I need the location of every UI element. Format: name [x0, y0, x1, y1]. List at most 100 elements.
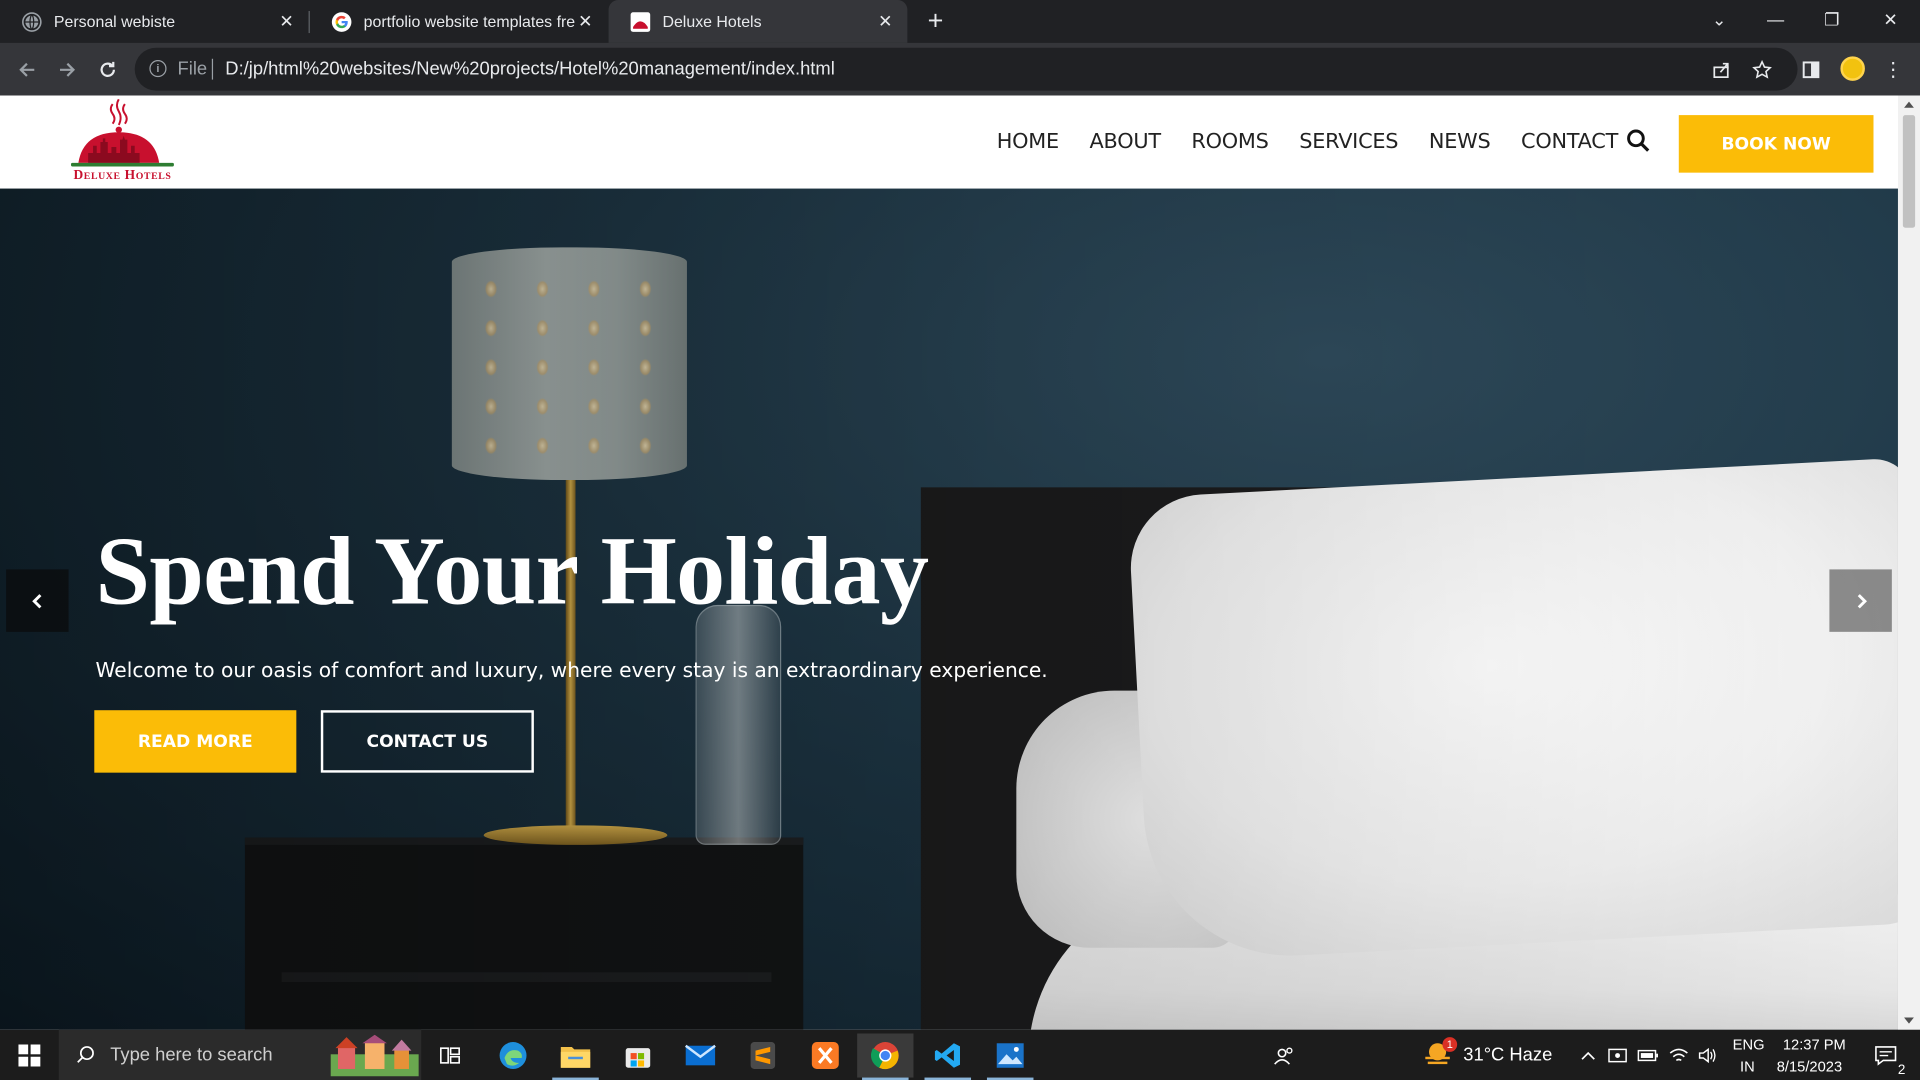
weather-text[interactable]: 31°C Haze — [1463, 1044, 1552, 1065]
notification-count: 2 — [1897, 1062, 1906, 1078]
bookmark-star-icon[interactable] — [1747, 55, 1776, 84]
nav-item-services[interactable]: SERVICES — [1299, 130, 1398, 154]
clock-date[interactable]: 8/15/2023 — [1777, 1058, 1842, 1075]
wifi-icon[interactable] — [1665, 1033, 1692, 1077]
minimize-button[interactable]: — — [1747, 0, 1803, 39]
taskbar-app-chrome[interactable] — [857, 1033, 914, 1080]
scroll-down-arrow-icon[interactable] — [1904, 1017, 1914, 1024]
reload-icon[interactable] — [93, 55, 122, 84]
share-icon[interactable] — [1707, 55, 1736, 84]
divider — [211, 58, 214, 80]
nav-item-rooms[interactable]: ROOMS — [1191, 130, 1268, 154]
show-hidden-icons-chevron-icon[interactable] — [1575, 1033, 1602, 1077]
window-close-button[interactable]: ✕ — [1862, 0, 1918, 39]
logo-text: Deluxe Hotels — [73, 167, 172, 183]
contact-us-button[interactable]: CONTACT US — [320, 710, 534, 773]
info-icon[interactable]: i — [149, 60, 167, 78]
kebab-menu-icon[interactable]: ⋮ — [1878, 55, 1907, 84]
new-tab-button[interactable]: + — [921, 5, 950, 36]
people-button[interactable] — [1256, 1033, 1312, 1077]
mail-icon — [684, 1044, 716, 1066]
taskbar-app-edge[interactable] — [485, 1033, 541, 1077]
nav-item-contact[interactable]: CONTACT — [1521, 130, 1618, 154]
taskbar-search-box[interactable]: Type here to search — [58, 1029, 422, 1080]
search-icon — [77, 1046, 94, 1063]
scroll-thumb[interactable] — [1902, 115, 1916, 228]
read-more-button[interactable]: READ MORE — [94, 710, 297, 773]
battery-icon[interactable] — [1635, 1033, 1662, 1077]
weather-alert-badge: 1 — [1442, 1037, 1458, 1052]
side-panel-icon[interactable] — [1796, 55, 1825, 84]
language-indicator-bottom[interactable]: IN — [1740, 1058, 1755, 1075]
taskbar-app-photos[interactable] — [982, 1033, 1038, 1080]
taskbar-app-mail[interactable] — [672, 1033, 728, 1077]
site-header: Deluxe Hotels HOME ABOUT ROOMS SERVICES … — [0, 95, 1898, 189]
restore-button[interactable]: ❐ — [1804, 0, 1860, 39]
start-button[interactable] — [0, 1030, 59, 1080]
tab-title: Personal webiste — [53, 12, 176, 31]
scheme-label: File — [177, 58, 208, 80]
notifications-icon — [1875, 1046, 1897, 1066]
taskbar-app-microsoft-store[interactable] — [610, 1033, 666, 1077]
page-viewport: Deluxe Hotels HOME ABOUT ROOMS SERVICES … — [0, 95, 1920, 1030]
tab-title: portfolio website templates free — [363, 12, 576, 31]
task-view-icon — [440, 1047, 460, 1064]
taskbar-app-xampp[interactable] — [797, 1033, 853, 1077]
close-icon[interactable]: ✕ — [277, 11, 297, 32]
volume-icon[interactable] — [1695, 1033, 1722, 1077]
store-icon — [625, 1048, 651, 1068]
taskbar-app-vscode[interactable] — [920, 1033, 976, 1080]
back-arrow-icon[interactable] — [12, 55, 41, 84]
taskbar-app-file-explorer[interactable] — [547, 1033, 603, 1080]
tab-search-chevron-icon[interactable]: ⌄ — [1691, 0, 1747, 39]
weather-widget-icon-wrap[interactable]: 1 — [1420, 1037, 1458, 1071]
address-bar[interactable]: i File D:/jp/html%20websites/New%20proje… — [134, 47, 1798, 91]
tab-portfolio-templates[interactable]: portfolio website templates free ✕ — [310, 0, 608, 43]
hotel-dome-logo-icon — [71, 98, 174, 167]
browser-tab-strip: Personal webiste ✕ portfolio website tem… — [0, 0, 1920, 43]
url-text[interactable]: D:/jp/html%20websites/New%20projects/Hot… — [225, 59, 834, 80]
page-scrollbar[interactable] — [1897, 95, 1920, 1030]
language-indicator-top[interactable]: ENG — [1733, 1036, 1765, 1053]
task-view-button[interactable] — [422, 1033, 478, 1077]
taskbar-app-sublime-text[interactable] — [735, 1033, 791, 1077]
photos-icon — [996, 1043, 1024, 1068]
edge-icon — [499, 1042, 527, 1069]
windows-logo-icon — [18, 1043, 41, 1066]
search-highlight-illustration-icon — [330, 1034, 419, 1077]
people-icon — [1274, 1047, 1293, 1065]
nav-item-news[interactable]: NEWS — [1429, 130, 1491, 154]
clock-time[interactable]: 12:37 PM — [1783, 1036, 1846, 1053]
main-nav: HOME ABOUT ROOMS SERVICES NEWS CONTACT — [997, 130, 1649, 154]
close-icon[interactable]: ✕ — [876, 11, 896, 32]
chevron-right-icon — [1857, 593, 1867, 608]
profile-avatar[interactable] — [1840, 56, 1865, 81]
tab-deluxe-hotels[interactable]: Deluxe Hotels ✕ — [608, 0, 908, 43]
hero-title: Spend Your Holiday — [95, 517, 929, 626]
meet-now-icon[interactable] — [1604, 1033, 1631, 1077]
book-now-button[interactable]: BOOK NOW — [1678, 115, 1874, 173]
hotel-logo-icon — [630, 11, 651, 32]
slider-next-button[interactable] — [1829, 569, 1892, 632]
chevron-left-icon — [31, 593, 41, 608]
slider-prev-button[interactable] — [6, 569, 69, 632]
scroll-up-arrow-icon[interactable] — [1904, 101, 1914, 108]
vscode-icon — [934, 1043, 961, 1068]
hero-slider: Spend Your Holiday Welcome to our oasis … — [0, 188, 1898, 1030]
globe-icon — [22, 11, 42, 32]
tab-personal-website[interactable]: Personal webiste ✕ — [0, 0, 309, 43]
search-icon[interactable] — [1626, 129, 1650, 153]
windows-taskbar: Type here to search 1 31°C Haze ENG IN 1… — [0, 1029, 1920, 1080]
nav-item-home[interactable]: HOME — [997, 130, 1059, 154]
xampp-icon — [811, 1042, 839, 1069]
folder-icon — [560, 1046, 591, 1068]
forward-arrow-icon[interactable] — [53, 55, 82, 84]
notification-center-button[interactable]: 2 — [1861, 1033, 1910, 1078]
close-icon[interactable]: ✕ — [576, 11, 596, 32]
hero-subtitle: Welcome to our oasis of comfort and luxu… — [95, 658, 1048, 683]
nav-item-about[interactable]: ABOUT — [1090, 130, 1162, 154]
search-placeholder: Type here to search — [110, 1044, 273, 1066]
google-icon — [331, 11, 352, 32]
site-logo[interactable]: Deluxe Hotels — [66, 98, 179, 185]
browser-toolbar: i File D:/jp/html%20websites/New%20proje… — [0, 42, 1920, 96]
